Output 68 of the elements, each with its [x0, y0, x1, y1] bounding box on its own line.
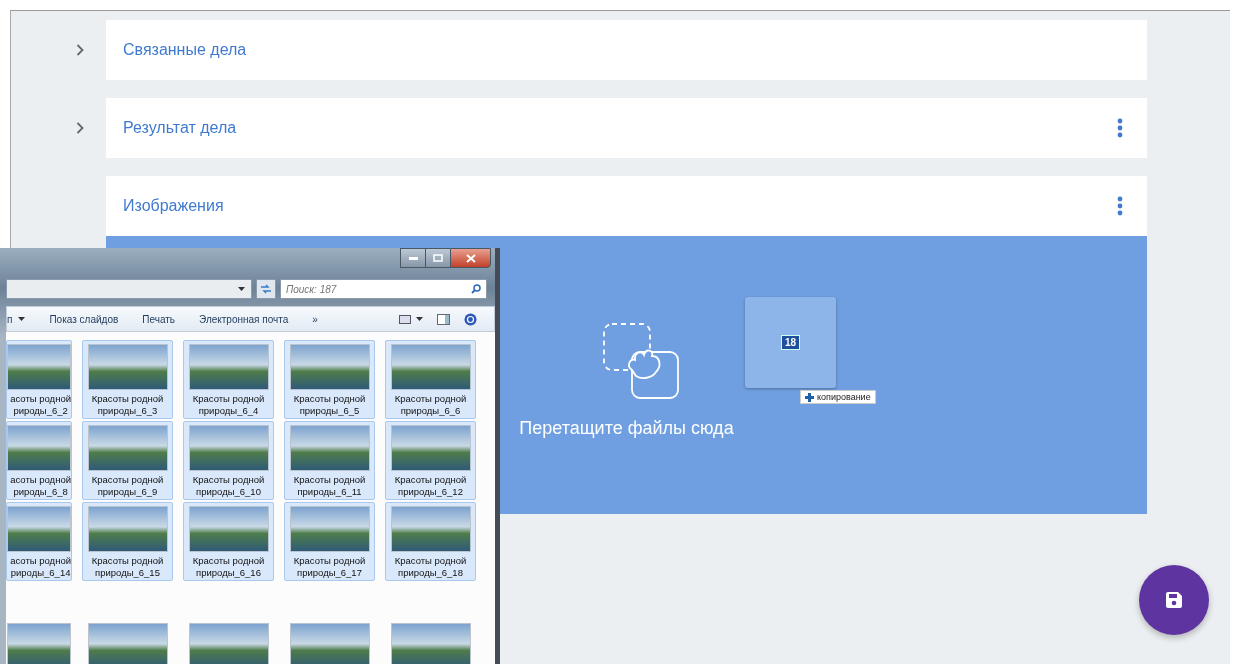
preview-pane-icon [437, 313, 450, 325]
drag-file-icon [601, 321, 682, 402]
file-name: Красоты родной природы_6_12 [394, 474, 467, 498]
close-button[interactable] [450, 248, 491, 268]
toolbar-button[interactable]: » [300, 313, 330, 325]
help-icon [464, 312, 477, 326]
file-item[interactable]: Красоты родной природы_6_16 [183, 502, 274, 581]
file-item[interactable]: Красоты родной природы_6_3 [82, 340, 173, 419]
file-name: Красоты родной природы_6_16 [192, 555, 265, 579]
more-vertical-icon[interactable] [1117, 196, 1123, 216]
file-item[interactable]: Красоты родной природы_6_18 [385, 502, 476, 581]
file-item[interactable]: Красоты родной природы_6_4 [183, 340, 274, 419]
maximize-icon [433, 254, 443, 262]
file-item[interactable]: Красоты родной природы_6_15 [82, 502, 173, 581]
file-name: Красоты родной природы_6_4 [192, 393, 265, 417]
file-item[interactable]: Красоты родной природы_6_9 [82, 421, 173, 500]
file-item[interactable]: Красоты родной природы_6_6 [385, 340, 476, 419]
file-item[interactable]: асоты родной рироды_6_14 [6, 502, 72, 581]
section-title: Изображения [123, 197, 224, 215]
section-title: Результат дела [123, 119, 237, 137]
search-icon[interactable] [471, 284, 481, 294]
file-item[interactable]: Красоты родной природы_6_17 [284, 502, 375, 581]
file-name: Красоты родной природы_6_10 [192, 474, 265, 498]
search-field[interactable]: Поиск: 187 [280, 279, 487, 299]
view-icon [399, 314, 411, 324]
toolbar-button[interactable]: Электронная почта [187, 313, 301, 325]
refresh-icon [260, 284, 272, 294]
maximize-button[interactable] [425, 248, 450, 268]
file-item[interactable]: Красоты родной природы_6_11 [284, 421, 375, 500]
file-item[interactable]: Красоты родной природы_6_5 [284, 340, 375, 419]
photo-placeholder [7, 344, 71, 390]
file-item[interactable]: Красоты родной природы_6_10 [183, 421, 274, 500]
toolbar-menu-button[interactable]: п [7, 313, 38, 325]
minimize-button[interactable] [400, 248, 425, 268]
caret-icon [18, 317, 26, 321]
file-name: Красоты родной природы_6_5 [293, 393, 366, 417]
photo-placeholder [7, 425, 71, 471]
address-field[interactable] [6, 279, 252, 299]
file-item[interactable]: Красоты родной природы_6_12 [385, 421, 476, 500]
more-vertical-icon[interactable] [1117, 118, 1123, 138]
file-name: асоты родной рироды_6_8 [10, 474, 71, 498]
section-header[interactable]: Результат дела [106, 98, 1147, 158]
save-icon [1165, 591, 1183, 609]
file-name: Красоты родной природы_6_15 [91, 555, 164, 579]
file-name: Красоты родной природы_6_18 [394, 555, 467, 579]
section-title: Связанные дела [123, 41, 247, 59]
chevron-right-icon[interactable] [76, 122, 84, 134]
minimize-icon [408, 256, 418, 260]
file-name: Красоты родной природы_6_11 [293, 474, 366, 498]
section-header[interactable]: Связанные дела [106, 20, 1147, 80]
section-header[interactable]: Изображения [106, 176, 1147, 236]
plus-icon [805, 392, 814, 402]
toolbar-button[interactable]: Печать [130, 313, 188, 325]
drop-zone-label: Перетащите файлы сюда [519, 417, 734, 439]
caret-icon [416, 317, 423, 321]
file-item[interactable]: асоты родной рироды_6_8 [6, 421, 72, 500]
file-name: асоты родной рироды_6_14 [10, 555, 71, 579]
photo-placeholder [7, 506, 71, 552]
file-item[interactable]: асоты родной рироды_6_2 [6, 340, 72, 419]
photo-placeholder [7, 623, 71, 664]
dropdown-caret-icon[interactable] [238, 287, 245, 291]
file-count-badge: 18 [780, 335, 801, 350]
close-icon [465, 253, 476, 263]
drag-tooltip-text: копирование [817, 392, 871, 402]
file-name: Красоты родной природы_6_6 [394, 393, 467, 417]
chevron-right-icon[interactable] [76, 44, 84, 56]
file-name: Красоты родной природы_6_17 [293, 555, 366, 579]
file-name: асоты родной рироды_6_2 [10, 393, 71, 417]
